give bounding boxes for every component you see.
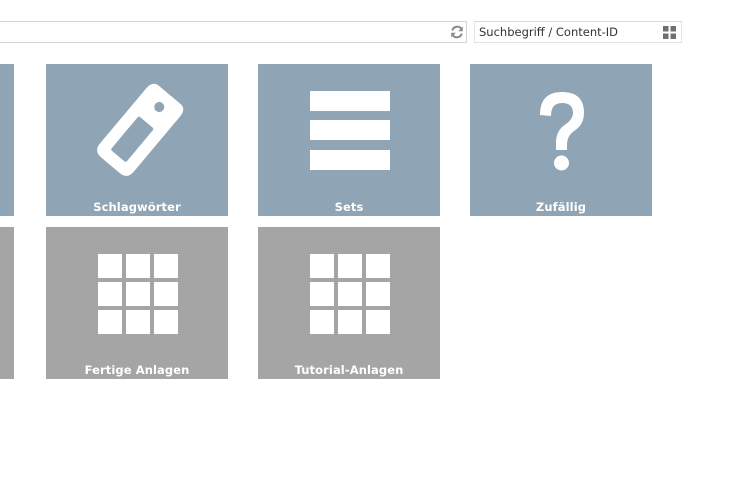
tile-label: Fertige Anlagen bbox=[84, 363, 190, 377]
list-icon bbox=[310, 91, 390, 170]
question-mark-icon bbox=[540, 92, 584, 171]
grid-icon bbox=[310, 254, 390, 334]
tile-zufaellig[interactable]: Zufällig bbox=[470, 64, 652, 216]
tile-sets[interactable]: Sets bbox=[258, 64, 440, 216]
tag-icon bbox=[97, 83, 184, 176]
tile-partial-row2[interactable] bbox=[0, 227, 14, 379]
tile-tutorial-anlagen[interactable]: Tutorial-Anlagen bbox=[258, 227, 440, 379]
tile-label: Zufällig bbox=[535, 200, 587, 214]
tile-fertige-anlagen[interactable]: Fertige Anlagen bbox=[46, 227, 228, 379]
search-input[interactable] bbox=[479, 23, 649, 41]
grid-icon bbox=[98, 254, 178, 334]
tile-label: Tutorial-Anlagen bbox=[294, 363, 404, 377]
search-box bbox=[474, 21, 682, 43]
path-field[interactable] bbox=[0, 21, 467, 43]
tile-label: Sets bbox=[334, 200, 364, 214]
content-browser: Schlagwörter Sets Zufällig Ferti bbox=[0, 0, 750, 485]
tile-schlagwoerter[interactable]: Schlagwörter bbox=[46, 64, 228, 216]
refresh-icon[interactable] bbox=[449, 24, 465, 40]
grid-view-icon[interactable] bbox=[663, 26, 676, 39]
tile-label: Schlagwörter bbox=[93, 200, 181, 214]
tile-partial-row1[interactable] bbox=[0, 64, 14, 216]
